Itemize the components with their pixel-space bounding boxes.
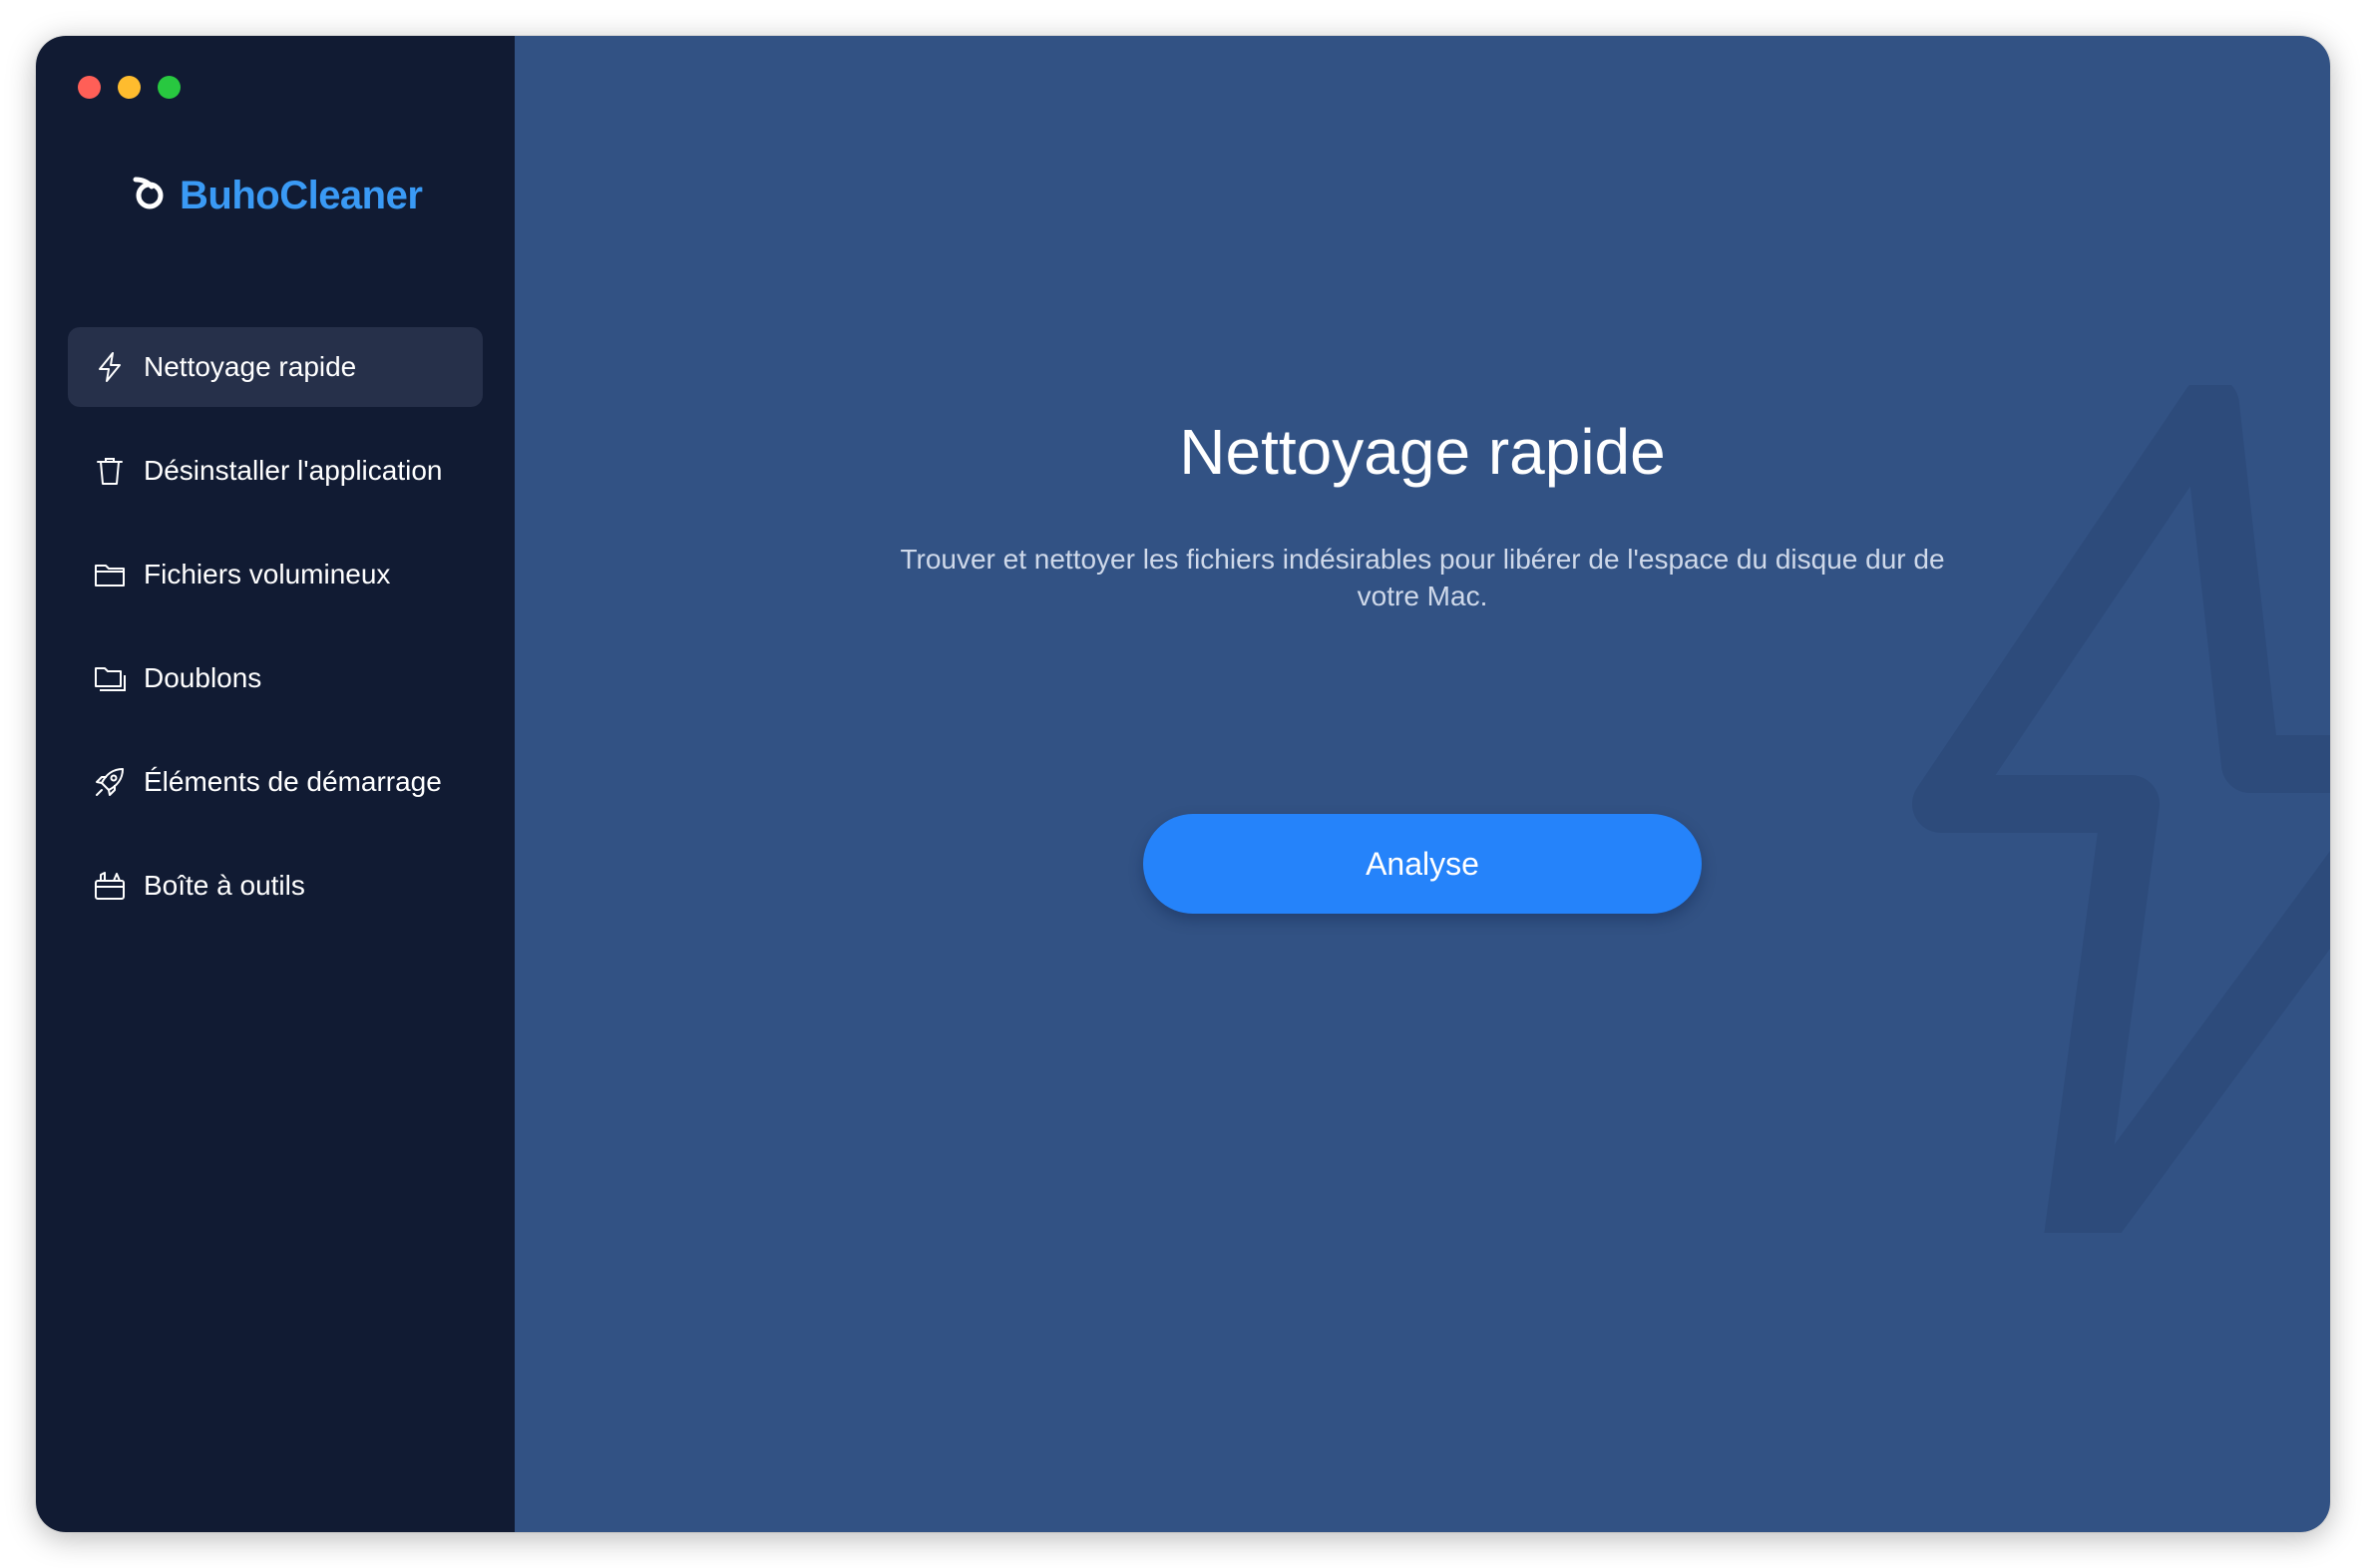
lightning-icon [92, 349, 128, 385]
sidebar-item-label: Boîte à outils [144, 870, 305, 901]
lightning-icon [1912, 385, 2330, 1233]
sidebar-item-label: Fichiers volumineux [144, 559, 391, 589]
sidebar-item-toolbox[interactable]: Boîte à outils [68, 846, 483, 926]
trash-icon [92, 453, 128, 489]
folder-icon [92, 557, 128, 592]
sidebar-item-large-files[interactable]: Fichiers volumineux [68, 535, 483, 614]
sidebar-item-uninstall[interactable]: Désinstaller l'application [68, 431, 483, 511]
page-title: Nettoyage rapide [1179, 416, 1666, 488]
sidebar-item-label: Désinstaller l'application [144, 455, 443, 486]
sidebar-item-label: Nettoyage rapide [144, 351, 357, 382]
analyse-button[interactable]: Analyse [1143, 814, 1702, 914]
sidebar-item-duplicates[interactable]: Doublons [68, 638, 483, 718]
main-panel: Nettoyage rapide Trouver et nettoyer les… [515, 36, 2330, 1532]
sidebar-item-quick-clean[interactable]: Nettoyage rapide [68, 327, 483, 407]
sidebar-item-startup[interactable]: Éléments de démarrage [68, 742, 483, 822]
window-controls [78, 76, 181, 99]
minimize-button[interactable] [118, 76, 141, 99]
rocket-icon [92, 764, 128, 800]
app-logo: BuhoCleaner [130, 174, 423, 218]
close-button[interactable] [78, 76, 101, 99]
zoom-button[interactable] [158, 76, 181, 99]
sidebar-nav: Nettoyage rapide Désinstaller l'applicat… [68, 327, 483, 950]
sidebar-item-label: Éléments de démarrage [144, 766, 442, 797]
duplicate-folder-icon [92, 660, 128, 696]
buho-logo-icon [130, 174, 170, 218]
sidebar-item-label: Doublons [144, 662, 262, 693]
page-description: Trouver et nettoyer les fichiers indésir… [900, 544, 1945, 611]
toolbox-icon [92, 868, 128, 904]
app-name: BuhoCleaner [180, 174, 423, 217]
sidebar: BuhoCleaner Nettoyage rapide Désinstalle… [36, 36, 515, 1532]
app-window: BuhoCleaner Nettoyage rapide Désinstalle… [36, 36, 2330, 1532]
